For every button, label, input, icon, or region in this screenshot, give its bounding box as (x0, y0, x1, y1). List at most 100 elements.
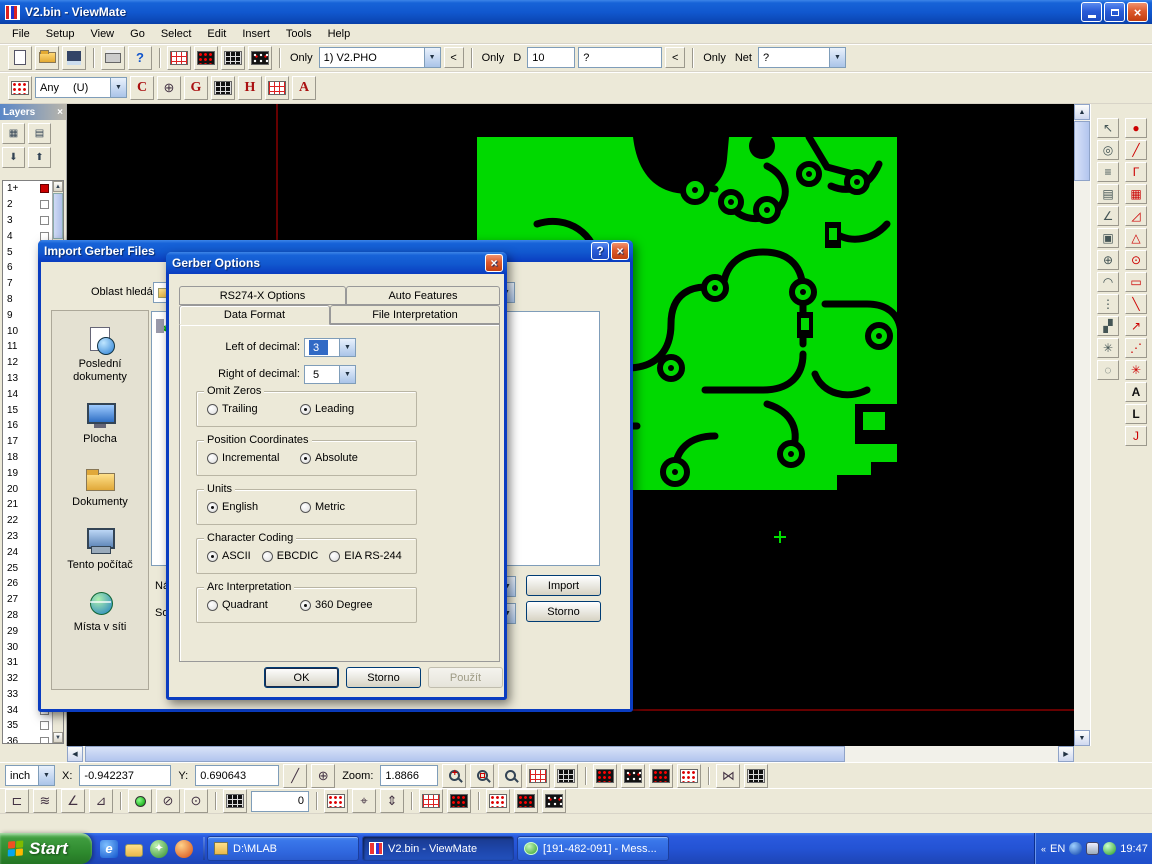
radio-option-incremental[interactable]: Incremental (207, 452, 300, 464)
layer-color-swatch[interactable] (40, 200, 49, 209)
menu-view[interactable]: View (82, 26, 122, 42)
hide-icons-chevron-icon[interactable]: « (1041, 844, 1046, 854)
move-vertical-button[interactable]: ⇕ (380, 789, 404, 813)
zoom-in-button[interactable] (442, 764, 466, 788)
dot-grid-button[interactable] (324, 789, 348, 813)
corner-tool-button[interactable]: Γ (1125, 162, 1147, 182)
view-film-2-button[interactable] (621, 764, 645, 788)
place-plocha[interactable]: Plocha (52, 400, 148, 446)
units-combo[interactable]: inch ▼ (5, 765, 55, 786)
place-tento-po-ta[interactable]: Tento počítač (52, 526, 148, 572)
highlight-state-button[interactable] (128, 789, 152, 813)
cancel-button[interactable]: Storno (346, 667, 421, 688)
task-button-191-482-091-mess[interactable]: [191-482-091] - Mess... (517, 836, 669, 861)
grid-snap-button[interactable] (554, 764, 578, 788)
tab-data-format[interactable]: Data Format (179, 305, 330, 325)
scroll-down-icon[interactable]: ▼ (53, 732, 63, 743)
zoom-all-button[interactable] (498, 764, 522, 788)
horizontal-scrollbar[interactable]: ◀ ▶ (67, 746, 1074, 762)
place-dokumenty[interactable]: Dokumenty (52, 463, 148, 509)
text-aperture-button[interactable]: A (292, 76, 316, 100)
snap-tool-button[interactable]: ⊕ (1097, 250, 1119, 270)
dcode-view-button[interactable] (194, 46, 218, 70)
folder-icon[interactable] (125, 844, 143, 857)
snap-grid-button[interactable] (223, 789, 247, 813)
scroll-thumb[interactable] (85, 746, 845, 762)
anchor-button[interactable]: ⌖ (352, 789, 376, 813)
radio-option-trailing[interactable]: Trailing (207, 403, 300, 415)
task-button-v2-bin-viewmate[interactable]: V2.bin - ViewMate (362, 836, 514, 861)
scroll-right-icon[interactable]: ▶ (1058, 746, 1074, 762)
layers-close-icon[interactable]: × (57, 107, 63, 118)
close-button[interactable]: × (485, 254, 503, 272)
scroll-down-icon[interactable]: ▼ (1074, 730, 1090, 746)
vector-tool-button[interactable]: ↗ (1125, 316, 1147, 336)
context-help-button[interactable]: ? (128, 46, 152, 70)
circle-pad-tool-button[interactable]: ⊙ (1125, 250, 1147, 270)
tray-messenger-icon[interactable] (1103, 842, 1116, 855)
menu-help[interactable]: Help (320, 26, 359, 42)
restore-button[interactable] (1104, 2, 1125, 22)
layer-down-button[interactable]: ⬇ (2, 147, 25, 168)
layer-color-swatch[interactable] (40, 184, 49, 193)
menu-edit[interactable]: Edit (199, 26, 234, 42)
dcode-count-field[interactable]: 0 (251, 791, 309, 812)
pattern-5-button[interactable] (542, 789, 566, 813)
circle-tool-button[interactable]: ◌ (1097, 360, 1119, 380)
wedge-tool-button[interactable]: ◿ (1125, 206, 1147, 226)
asterisk-tool-button[interactable]: ✳ (1125, 360, 1147, 380)
grid-toggle-button[interactable] (526, 764, 550, 788)
layers-panel-header[interactable]: Layers × (0, 104, 66, 120)
pattern-4-button[interactable] (514, 789, 538, 813)
mesh-aperture-button[interactable] (265, 76, 289, 100)
view-film-1-button[interactable] (593, 764, 617, 788)
tab-auto-features[interactable]: Auto Features (346, 286, 500, 305)
hatch-aperture-button[interactable] (211, 76, 235, 100)
help-button[interactable]: ? (591, 242, 609, 260)
text-j-tool-button[interactable]: J (1125, 426, 1147, 446)
hatch-tool-button[interactable]: ▞ (1097, 316, 1119, 336)
pattern-3-button[interactable] (486, 789, 510, 813)
ruler-y-button[interactable]: ≋ (33, 789, 57, 813)
layers-tool-button[interactable]: ▤ (1097, 184, 1119, 204)
scroll-thumb[interactable] (1074, 121, 1090, 181)
gerber-dialog-titlebar[interactable]: Gerber Options × (166, 252, 507, 274)
slash-tool-button[interactable]: ╲ (1125, 294, 1147, 314)
star-tool-button[interactable]: ✳ (1097, 338, 1119, 358)
layer-up-button[interactable]: ⬆ (28, 147, 51, 168)
scroll-up-icon[interactable]: ▲ (53, 181, 63, 192)
prev-dcode-button[interactable]: < (665, 47, 685, 68)
layers-grid-button[interactable]: ▦ (2, 123, 25, 144)
view-film-4-button[interactable] (677, 764, 701, 788)
film-view-button[interactable] (221, 46, 245, 70)
line-tool-button[interactable]: ╱ (1125, 140, 1147, 160)
dcode-input[interactable]: 10 (527, 47, 575, 68)
circle-aperture-button[interactable]: C (130, 76, 154, 100)
radio-option-ascii[interactable]: ASCII (207, 550, 251, 562)
internet-explorer-icon[interactable]: e (100, 840, 118, 858)
rectangle-tool-button[interactable]: ▭ (1125, 272, 1147, 292)
target-aperture-button[interactable]: ⊕ (157, 76, 181, 100)
language-indicator[interactable]: EN (1050, 843, 1065, 855)
close-button[interactable]: × (611, 242, 629, 260)
net-combo[interactable]: ? ▼ (758, 47, 846, 68)
menu-setup[interactable]: Setup (38, 26, 83, 42)
gerber-file-icon[interactable] (162, 319, 164, 333)
zoom-window-button[interactable] (470, 764, 494, 788)
radio-option-absolute[interactable]: Absolute (300, 452, 393, 464)
aperture-select-button[interactable] (8, 76, 32, 100)
tray-network-icon[interactable] (1069, 842, 1082, 855)
frame-tool-button[interactable]: ▣ (1097, 228, 1119, 248)
triangle-tool-button[interactable]: △ (1125, 228, 1147, 248)
left-of-decimal-combo[interactable]: 3 ▼ (304, 338, 356, 357)
minimize-button[interactable] (1081, 2, 1102, 22)
cursor-tool-button[interactable]: ↖ (1097, 118, 1119, 138)
open-file-button[interactable] (35, 46, 59, 70)
dcode-filter-input[interactable]: ? (578, 47, 662, 68)
dashed-tool-button[interactable]: ⋰ (1125, 338, 1147, 358)
import-button[interactable]: Import (526, 575, 601, 596)
prev-layer-button[interactable]: < (444, 47, 464, 68)
radio-option-ebcdic[interactable]: EBCDIC (262, 550, 319, 562)
tab-rs274x-options[interactable]: RS274-X Options (179, 286, 346, 305)
radio-option-quadrant[interactable]: Quadrant (207, 599, 300, 611)
